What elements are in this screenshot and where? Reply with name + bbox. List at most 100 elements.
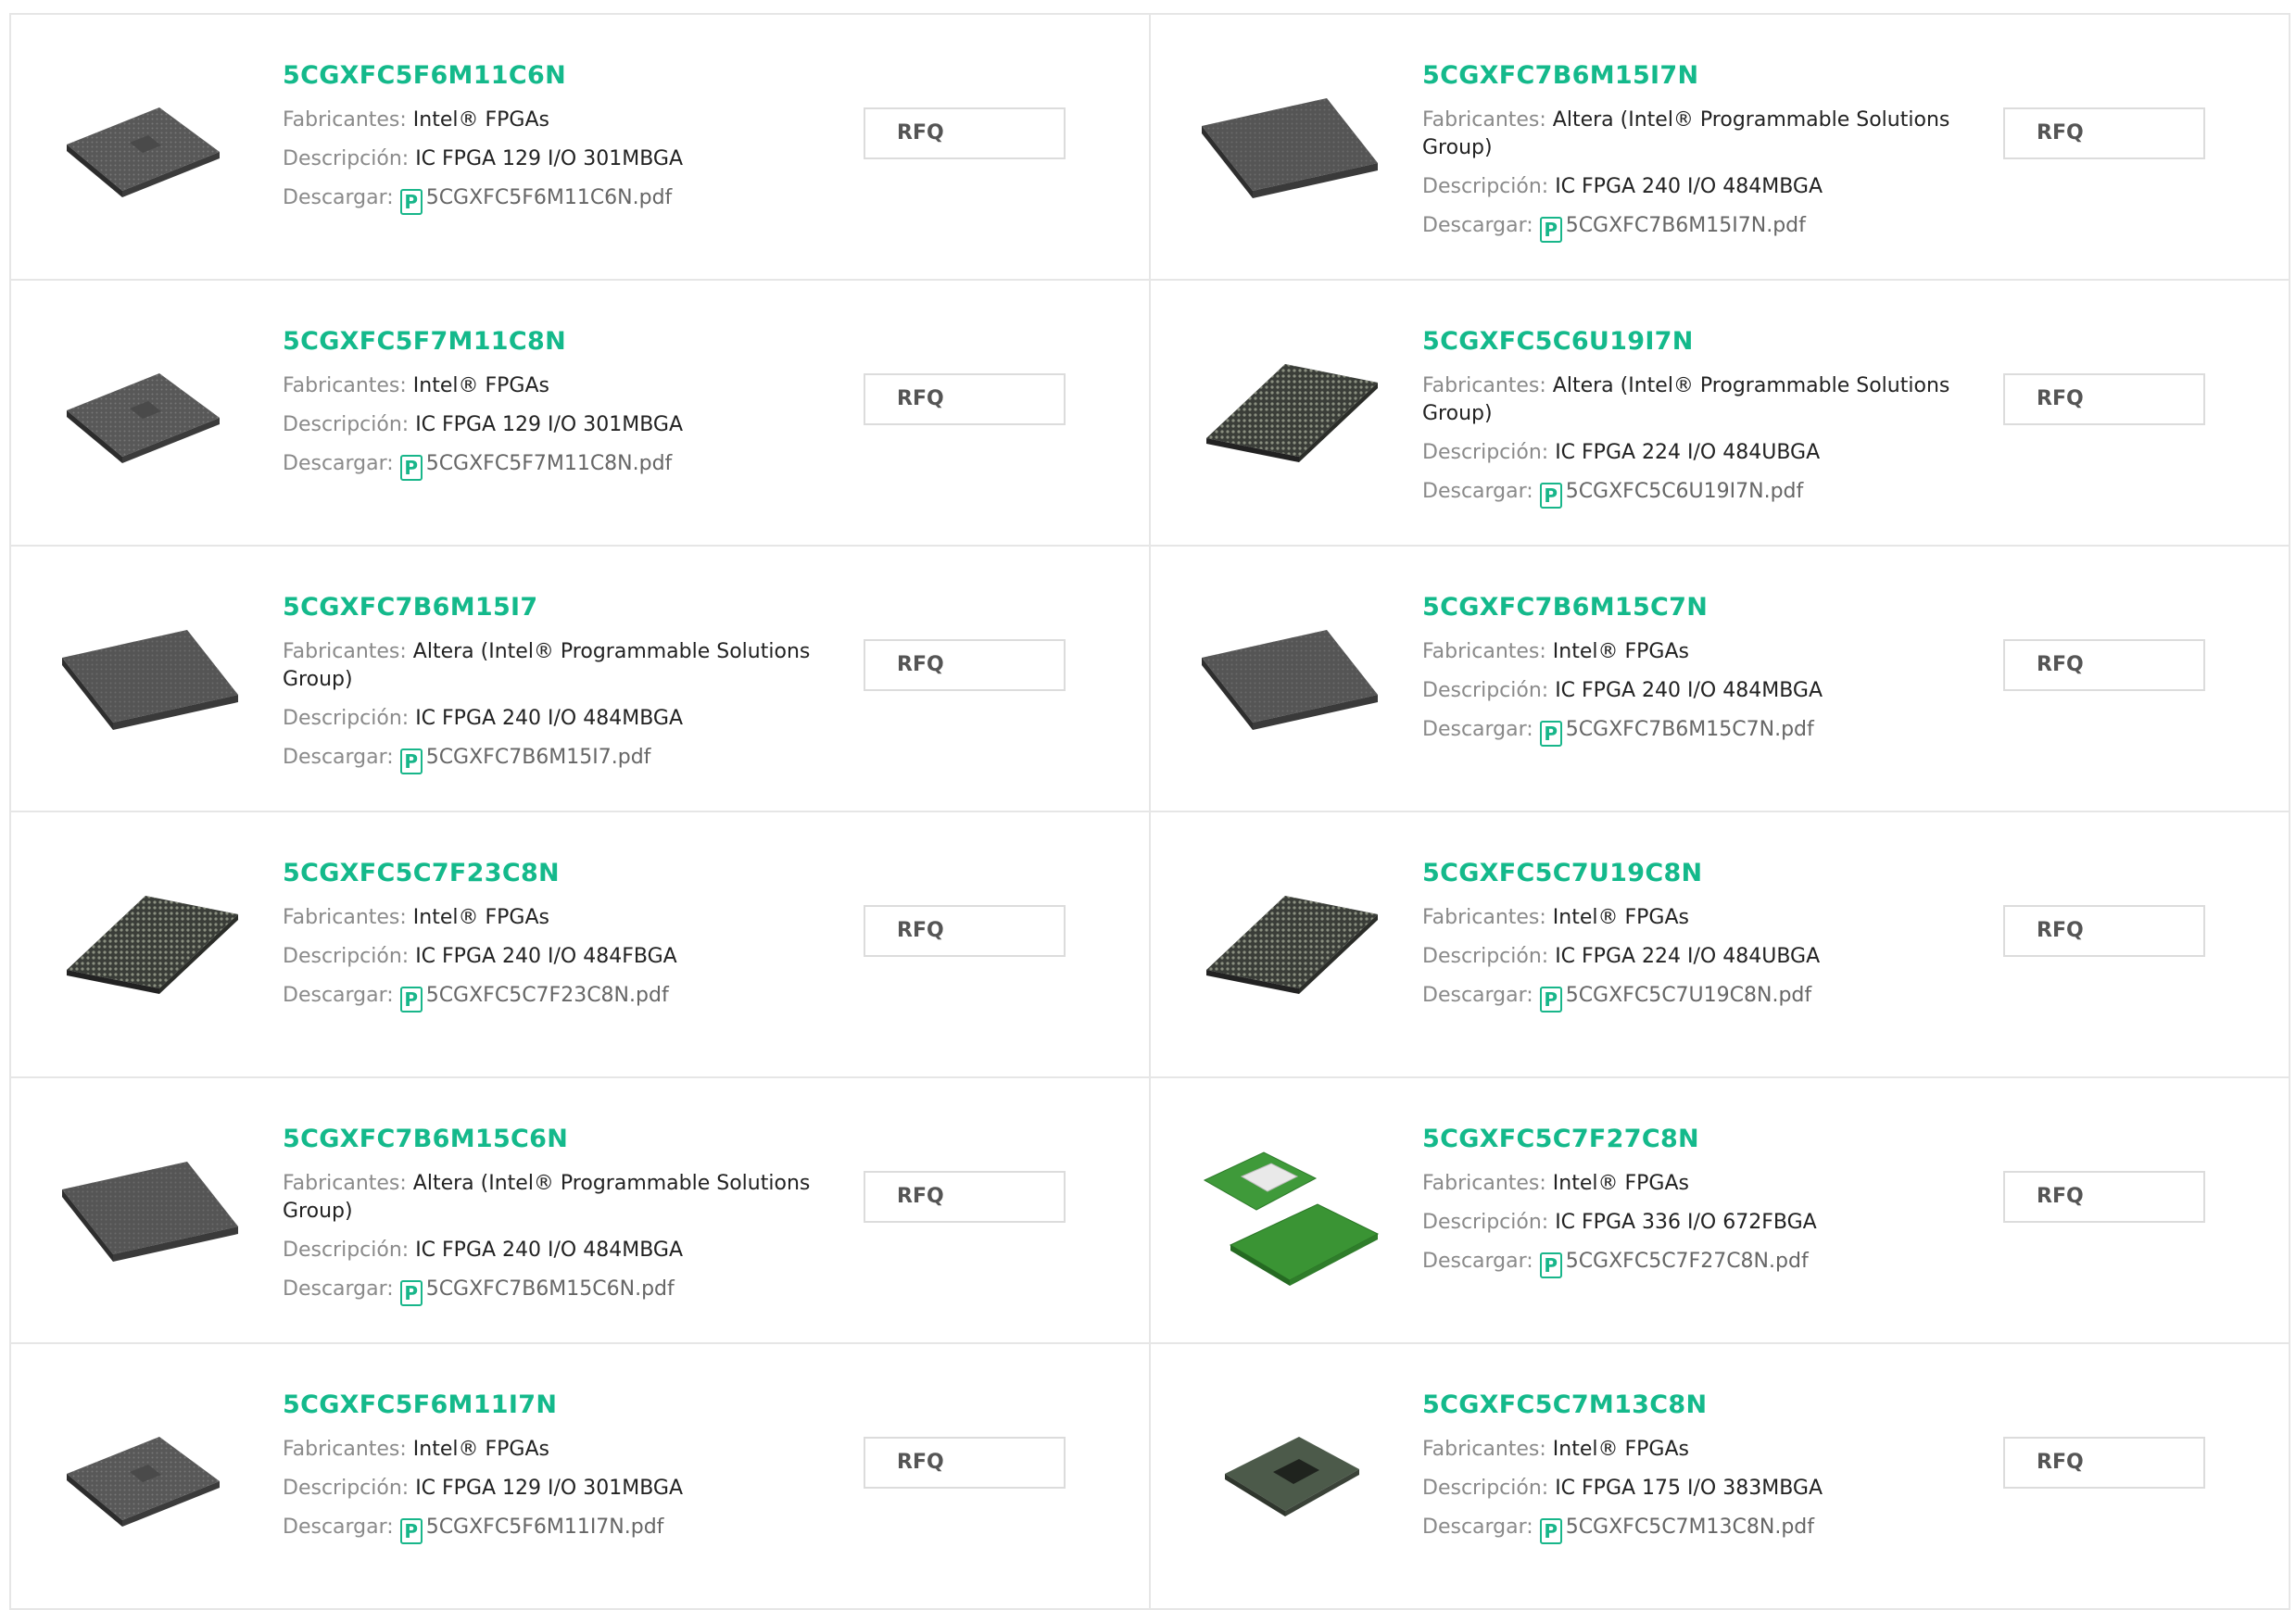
manufacturer-label: Fabricantes: xyxy=(283,374,407,397)
product-info: 5CGXFC5C6U19I7N Fabricantes: Altera (Int… xyxy=(1422,327,1950,520)
datasheet-link[interactable]: 5CGXFC7B6M15I7.pdf xyxy=(426,746,651,769)
pdf-icon[interactable]: P xyxy=(399,189,423,215)
datasheet-link[interactable]: 5CGXFC5F7M11C8N.pdf xyxy=(426,452,673,475)
datasheet-link[interactable]: 5CGXFC5C7F27C8N.pdf xyxy=(1566,1250,1809,1273)
part-number-link[interactable]: 5CGXFC7B6M15I7N xyxy=(1422,61,1950,90)
rfq-button[interactable]: RFQ xyxy=(2003,1437,2205,1489)
product-image[interactable] xyxy=(1197,318,1382,503)
rfq-button[interactable]: RFQ xyxy=(864,639,1066,691)
pdf-icon[interactable]: P xyxy=(1539,1252,1562,1278)
description-label: Descripción: xyxy=(283,147,410,170)
bga-flat-chip-icon xyxy=(67,1437,220,1527)
pdf-icon[interactable]: P xyxy=(1539,987,1562,1013)
product-image[interactable] xyxy=(57,1381,243,1566)
description-label: Descripción: xyxy=(283,1239,410,1262)
product-info: 5CGXFC5C7F23C8N Fabricantes: Intel® FPGA… xyxy=(283,859,811,1024)
pdf-icon[interactable]: P xyxy=(1539,483,1562,509)
datasheet-link[interactable]: 5CGXFC5C6U19I7N.pdf xyxy=(1566,480,1804,503)
product-image[interactable] xyxy=(57,1115,243,1301)
bga-ball-chip-icon xyxy=(1206,896,1378,994)
pdf-icon[interactable]: P xyxy=(1539,217,1562,243)
product-image[interactable] xyxy=(57,318,243,503)
description-value: IC FPGA 175 I/O 383MBGA xyxy=(1555,1477,1823,1500)
bga-pattern-chip-icon xyxy=(62,1162,238,1262)
part-number-link[interactable]: 5CGXFC5C6U19I7N xyxy=(1422,327,1950,356)
datasheet-link[interactable]: 5CGXFC5F6M11C6N.pdf xyxy=(426,186,673,209)
part-number-link[interactable]: 5CGXFC7B6M15C6N xyxy=(283,1125,811,1153)
rfq-button[interactable]: RFQ xyxy=(2003,905,2205,957)
part-number-link[interactable]: 5CGXFC7B6M15I7 xyxy=(283,593,811,622)
download-label: Descargar: xyxy=(1422,1250,1533,1273)
rfq-button[interactable]: RFQ xyxy=(2003,1171,2205,1223)
pdf-icon[interactable]: P xyxy=(399,1280,423,1306)
description-value: IC FPGA 129 I/O 301MBGA xyxy=(415,1477,684,1500)
product-image[interactable] xyxy=(1197,1115,1382,1301)
manufacturer-row: Fabricantes: Intel® FPGAs xyxy=(1422,1170,1950,1198)
bga-flat-chip-icon xyxy=(67,107,220,197)
description-value: IC FPGA 240 I/O 484MBGA xyxy=(415,707,684,730)
datasheet-link[interactable]: 5CGXFC7B6M15C6N.pdf xyxy=(426,1277,675,1301)
description-row: Descripción: IC FPGA 224 I/O 484UBGA xyxy=(1422,943,1950,971)
part-number-link[interactable]: 5CGXFC7B6M15C7N xyxy=(1422,593,1950,622)
rfq-button[interactable]: RFQ xyxy=(2003,107,2205,159)
rfq-button[interactable]: RFQ xyxy=(864,1437,1066,1489)
manufacturer-value: Intel® FPGAs xyxy=(1552,906,1689,929)
part-number-link[interactable]: 5CGXFC5F7M11C8N xyxy=(283,327,811,356)
pdf-icon[interactable]: P xyxy=(399,748,423,774)
product-image[interactable] xyxy=(1197,849,1382,1035)
rfq-button[interactable]: RFQ xyxy=(2003,639,2205,691)
product-card: 5CGXFC5C6U19I7N Fabricantes: Altera (Int… xyxy=(1151,281,2290,547)
rfq-button[interactable]: RFQ xyxy=(864,905,1066,957)
bga-flat-chip-icon xyxy=(67,373,220,463)
datasheet-link[interactable]: 5CGXFC5C7F23C8N.pdf xyxy=(426,984,669,1007)
manufacturer-row: Fabricantes: Intel® FPGAs xyxy=(283,372,811,400)
download-label: Descargar: xyxy=(1422,718,1533,741)
manufacturer-row: Fabricantes: Intel® FPGAs xyxy=(1422,638,1950,666)
product-card: 5CGXFC7B6M15I7 Fabricantes: Altera (Inte… xyxy=(11,547,1151,812)
download-row: Descargar: P 5CGXFC5F6M11I7N.pdf xyxy=(283,1514,811,1544)
manufacturer-label: Fabricantes: xyxy=(283,906,407,929)
pdf-icon[interactable]: P xyxy=(399,455,423,481)
rfq-button[interactable]: RFQ xyxy=(864,373,1066,425)
product-info: 5CGXFC5C7U19C8N Fabricantes: Intel® FPGA… xyxy=(1422,859,1950,1024)
product-image[interactable] xyxy=(57,52,243,237)
download-label: Descargar: xyxy=(283,1516,394,1539)
pdf-icon[interactable]: P xyxy=(1539,1518,1562,1544)
pdf-icon[interactable]: P xyxy=(399,987,423,1013)
product-image[interactable] xyxy=(1197,1381,1382,1566)
product-image[interactable] xyxy=(1197,52,1382,237)
product-card: 5CGXFC5C7M13C8N Fabricantes: Intel® FPGA… xyxy=(1151,1344,2290,1610)
part-number-link[interactable]: 5CGXFC5F6M11C6N xyxy=(283,61,811,90)
pdf-icon[interactable]: P xyxy=(399,1518,423,1544)
product-card: 5CGXFC5C7F27C8N Fabricantes: Intel® FPGA… xyxy=(1151,1078,2290,1344)
description-row: Descripción: IC FPGA 240 I/O 484FBGA xyxy=(283,943,811,971)
datasheet-link[interactable]: 5CGXFC7B6M15I7N.pdf xyxy=(1566,214,1806,237)
rfq-button[interactable]: RFQ xyxy=(864,107,1066,159)
product-info: 5CGXFC7B6M15I7 Fabricantes: Altera (Inte… xyxy=(283,593,811,786)
pdf-icon[interactable]: P xyxy=(1539,721,1562,747)
rfq-button[interactable]: RFQ xyxy=(864,1171,1066,1223)
description-row: Descripción: IC FPGA 336 I/O 672FBGA xyxy=(1422,1209,1950,1237)
product-info: 5CGXFC7B6M15I7N Fabricantes: Altera (Int… xyxy=(1422,61,1950,254)
product-image[interactable] xyxy=(57,849,243,1035)
datasheet-link[interactable]: 5CGXFC5C7M13C8N.pdf xyxy=(1566,1516,1814,1539)
download-row: Descargar: P 5CGXFC5F7M11C8N.pdf xyxy=(283,450,811,481)
download-label: Descargar: xyxy=(283,746,394,769)
part-number-link[interactable]: 5CGXFC5F6M11I7N xyxy=(283,1390,811,1419)
manufacturer-label: Fabricantes: xyxy=(1422,1172,1546,1195)
product-image[interactable] xyxy=(1197,584,1382,769)
part-number-link[interactable]: 5CGXFC5C7U19C8N xyxy=(1422,859,1950,887)
part-number-link[interactable]: 5CGXFC5C7F23C8N xyxy=(283,859,811,887)
product-image[interactable] xyxy=(57,584,243,769)
bga-center-chip-icon xyxy=(1225,1437,1359,1516)
description-label: Descripción: xyxy=(1422,175,1549,198)
part-number-link[interactable]: 5CGXFC5C7F27C8N xyxy=(1422,1125,1950,1153)
datasheet-link[interactable]: 5CGXFC5C7U19C8N.pdf xyxy=(1566,984,1811,1007)
rfq-button[interactable]: RFQ xyxy=(2003,373,2205,425)
datasheet-link[interactable]: 5CGXFC7B6M15C7N.pdf xyxy=(1566,718,1814,741)
product-grid: 5CGXFC5F6M11C6N Fabricantes: Intel® FPGA… xyxy=(9,13,2290,1610)
product-info: 5CGXFC5F6M11I7N Fabricantes: Intel® FPGA… xyxy=(283,1390,811,1555)
description-value: IC FPGA 240 I/O 484MBGA xyxy=(415,1239,684,1262)
part-number-link[interactable]: 5CGXFC5C7M13C8N xyxy=(1422,1390,1950,1419)
datasheet-link[interactable]: 5CGXFC5F6M11I7N.pdf xyxy=(426,1516,664,1539)
